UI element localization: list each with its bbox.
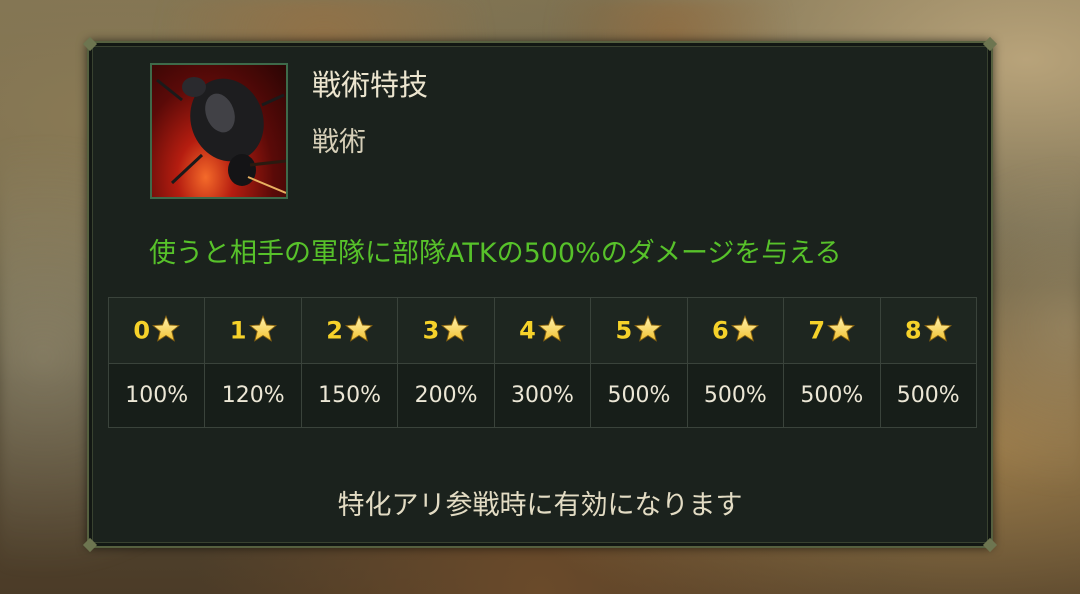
- star-level: 6: [711, 316, 729, 345]
- skill-category: 戦術: [312, 127, 366, 158]
- star-cell: 2: [300, 297, 399, 364]
- star-cell: 4: [493, 297, 592, 364]
- star-level: 5: [615, 316, 633, 345]
- skill-title: 戦術特技: [312, 68, 429, 102]
- level-table[interactable]: 0 1 2 3 4 5 6 7 8 100% 120% 150% 200% 30…: [108, 297, 977, 430]
- star-icon: [152, 314, 181, 346]
- value-cell: 500%: [590, 363, 688, 428]
- star-cell: 5: [590, 297, 688, 364]
- star-cell: 3: [397, 297, 495, 364]
- star-cell: 8: [879, 297, 977, 364]
- value-cell: 500%: [879, 363, 977, 428]
- value-row: 100% 120% 150% 200% 300% 500% 500% 500% …: [108, 363, 977, 428]
- ant-skill-icon: [150, 63, 288, 199]
- star-icon: [730, 314, 759, 346]
- star-cell: 6: [686, 297, 785, 364]
- star-icon: [441, 314, 470, 346]
- value-cell: 300%: [493, 363, 592, 428]
- star-icon: [923, 314, 952, 346]
- value-cell: 200%: [397, 363, 495, 428]
- star-cell: 0: [108, 297, 206, 364]
- star-level: 4: [519, 316, 536, 345]
- star-level: 7: [808, 316, 826, 345]
- star-icon: [248, 314, 277, 346]
- value-cell: 100%: [108, 363, 206, 428]
- footer-note: 特化アリ参戦時に有効になります: [337, 490, 743, 521]
- star-level: 2: [326, 316, 343, 345]
- star-icon: [634, 314, 663, 346]
- star-icon: [344, 314, 373, 346]
- value-cell: 500%: [686, 363, 785, 428]
- star-level: 0: [133, 316, 151, 345]
- value-cell: 150%: [300, 363, 399, 428]
- star-level: 8: [904, 316, 922, 345]
- value-cell: 120%: [204, 363, 302, 428]
- skill-description: 使うと相手の軍隊に部隊ATKの500%のダメージを与える: [149, 238, 842, 269]
- star-icon: [537, 314, 566, 346]
- star-cell: 1: [204, 297, 302, 364]
- star-level: 1: [229, 316, 247, 345]
- star-icon: [827, 314, 856, 346]
- star-row: 0 1 2 3 4 5 6 7 8: [108, 297, 977, 364]
- value-cell: 500%: [783, 363, 881, 428]
- star-cell: 7: [783, 297, 881, 364]
- star-level: 3: [422, 316, 440, 345]
